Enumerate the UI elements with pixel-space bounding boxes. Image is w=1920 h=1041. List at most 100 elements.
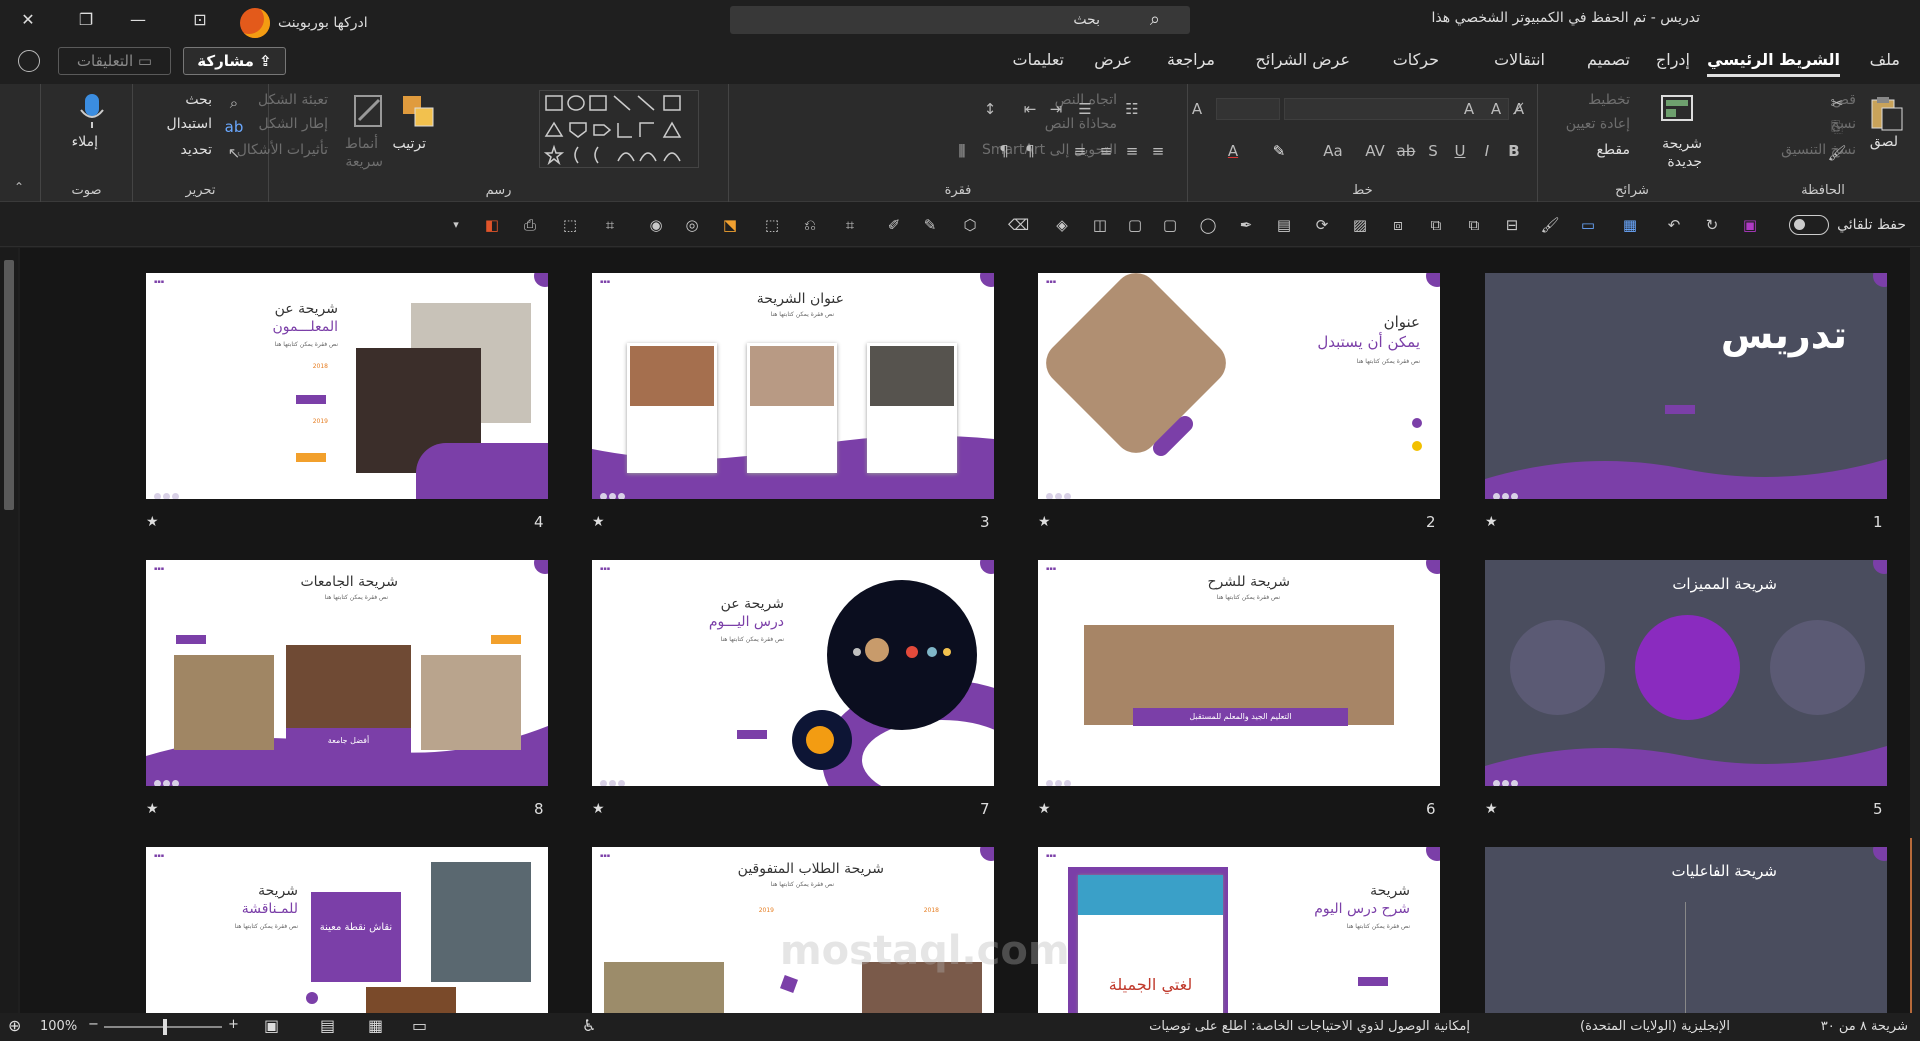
feedback-smiley-icon[interactable] [18,50,40,72]
shapes-qat-icon[interactable]: ◫ [1090,215,1110,235]
arrange-label[interactable]: ترتيب [393,136,427,152]
tab-animations[interactable]: حركات [1393,50,1439,69]
format-painter-qat-icon[interactable]: 🖌 [1540,215,1560,235]
decrease-indent-icon[interactable]: ⇤ [1019,98,1041,120]
find-icon[interactable]: ⌕ [223,92,245,114]
tab-insert[interactable]: إدراج [1656,50,1690,69]
rtl-icon[interactable]: ¶ [1019,140,1041,162]
rectangle-icon[interactable]: ▢ [1160,215,1180,235]
paste-label[interactable]: لصق [1870,134,1898,150]
bold-button[interactable]: B [1503,140,1525,162]
microphone-icon[interactable] [73,92,113,132]
clear-formatting-icon[interactable]: A̸ [1508,98,1530,120]
bullets-icon[interactable]: ☰ [1074,98,1096,120]
align-left-icon[interactable]: ≡ [1095,140,1117,162]
replace-icon[interactable]: ab [223,116,245,138]
restore-window-icon[interactable]: ❐ [74,8,98,32]
ribbon-display-icon[interactable]: ⊡ [188,8,212,32]
slide-thumbnail-2[interactable]: ▪▪▪ عنوان يمكن أن يستبدل نص فقرة يمكن كت… [1038,273,1440,499]
search-box[interactable]: ⌕ بحث [730,6,1190,34]
merge-shapes-icon[interactable]: ⬡ [960,215,980,235]
paste-icon[interactable] [1866,92,1906,132]
replace-button[interactable]: استبدال [167,116,212,132]
pen-icon[interactable]: ✎ [920,215,940,235]
fit-to-window-icon[interactable]: ⊕ [8,1016,21,1035]
slide-thumbnail-9[interactable]: شريحة الفاعليات [1485,847,1887,1013]
close-window-icon[interactable]: ✕ [16,8,40,32]
italic-button[interactable]: I [1476,140,1498,162]
bring-forward-icon[interactable]: ⧉ [1426,215,1446,235]
tab-home[interactable]: الشريط الرئيسي [1707,50,1840,77]
picture-icon[interactable]: ▨ [1350,215,1370,235]
eyedropper-icon[interactable]: ✒ [1236,215,1256,235]
shape-fill-button[interactable]: تعبئة الشكل [258,92,328,108]
zoom-level[interactable]: 100% [40,1019,77,1034]
autosave-toggle[interactable]: حفظ تلقائي [1789,215,1906,235]
tab-review[interactable]: مراجعة [1167,50,1215,69]
slide-thumbnail-12[interactable]: ▪▪▪ شريحة للمـناقشة نص فقرة يمكن كتابتها… [146,847,548,1013]
slideshow-view-icon[interactable]: ▣ [264,1016,279,1035]
zoom-slider-thumb[interactable] [163,1019,167,1035]
strikethrough-button[interactable]: ab [1395,140,1417,162]
new-slide-label[interactable]: شريحة [1662,136,1702,152]
user-account[interactable]: ادركها بوربوينت [240,8,368,38]
group-qat-icon[interactable]: ⧉ [1464,215,1484,235]
new-slide-icon[interactable] [1658,90,1698,130]
tab-view[interactable]: عرض [1094,50,1132,69]
justify-icon[interactable]: ≡ [1069,140,1091,162]
copy-icon[interactable]: ⎘ [1826,116,1848,138]
comments-button[interactable]: التعليقات ▭ [58,47,171,75]
fill-qat-icon[interactable]: ◈ [1052,215,1072,235]
section-button[interactable]: مقطع [1596,142,1630,158]
dictate-label[interactable]: إملاء [72,134,98,150]
duplicate-icon[interactable]: ◎ [682,215,702,235]
layout-button[interactable]: تخطيط [1588,92,1630,108]
grid-icon[interactable]: ⌗ [600,215,620,235]
underline-button[interactable]: U [1449,140,1471,162]
font-color-icon[interactable]: A [1222,140,1244,162]
picture-format-icon[interactable]: ⎌ [800,215,820,235]
font-size-increase-icon[interactable]: A [1186,98,1208,120]
union-icon[interactable]: ◉ [646,215,666,235]
ellipse-icon[interactable]: ◯ [1198,215,1218,235]
shadow-button[interactable]: S [1422,140,1444,162]
cut-icon[interactable]: ✂ [1826,92,1848,114]
tab-transitions[interactable]: انتقالات [1494,50,1545,69]
format-painter-icon[interactable]: 🖌 [1826,142,1848,164]
slide-thumbnail-6[interactable]: ▪▪▪ شريحة للشرح نص فقرة يمكن كتابتها هنا… [1038,560,1440,786]
slide-thumbnail-7[interactable]: ▪▪▪ شريحة عن درس اليـــوم نص فقرة يمكن ك… [592,560,994,786]
line-spacing-icon[interactable]: ↕ [979,98,1001,120]
rounded-rect-icon[interactable]: ▢ [1125,215,1145,235]
tab-design[interactable]: تصميم [1587,50,1630,69]
send-backward-icon[interactable]: ⧈ [1388,215,1408,235]
save-icon[interactable]: ▣ [1740,215,1760,235]
text-box-icon[interactable]: ▤ [1274,215,1294,235]
office-icon[interactable]: ◧ [482,215,502,235]
quick-styles-label-2[interactable]: سريعة [345,154,383,170]
normal-view-icon[interactable]: ▭ [412,1016,427,1035]
zoom-in-icon[interactable]: + [228,1017,239,1032]
quick-styles-label[interactable]: أنماط [345,136,378,152]
accessibility-status[interactable]: إمكانية الوصول لذوي الاحتياجات الخاصة: ا… [1149,1019,1470,1034]
customize-qat-icon[interactable]: ▾ [446,215,466,235]
quick-styles-icon[interactable] [349,92,389,132]
select-button[interactable]: تحديد [180,142,212,158]
selection-pane-icon[interactable]: ⬚ [560,215,580,235]
slide-layout-icon[interactable]: ▭ [1578,215,1598,235]
vertical-scrollbar[interactable] [0,248,18,1013]
reset-button[interactable]: إعادة تعيين [1566,116,1630,132]
autosave-switch[interactable] [1789,215,1830,235]
tab-help[interactable]: تعليمات [1013,50,1064,69]
font-size-select[interactable] [1216,98,1280,120]
slide-sorter-view-icon[interactable]: ▦ [368,1016,383,1035]
align-center-icon[interactable]: ≡ [1121,140,1143,162]
language-indicator[interactable]: الإنجليزية (الولايات المتحدة) [1580,1019,1730,1034]
pencil-icon[interactable]: ✐ [884,215,904,235]
rotate-icon[interactable]: ⟳ [1312,215,1332,235]
crop-icon[interactable]: ⌗ [840,215,860,235]
select-icon[interactable]: ↖ [223,142,245,164]
numbering-icon[interactable]: ☷ [1121,98,1143,120]
slide-thumbnail-4[interactable]: ▪▪▪ شريحة عن المعلـــمون نص فقرة يمكن كت… [146,273,548,499]
shrink-font-icon[interactable]: A [1485,98,1507,120]
highlight-color-icon[interactable]: ✎ [1268,140,1290,162]
